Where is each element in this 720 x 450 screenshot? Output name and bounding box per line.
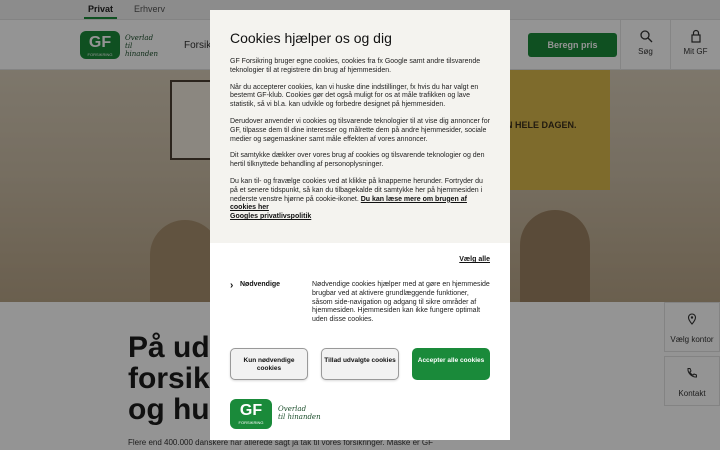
cookie-paragraph-4: Dit samtykke dækker over vores brug af c… [230,152,485,169]
accept-all-button[interactable]: Accepter alle cookies [412,348,490,380]
cookie-paragraph-1: GF Forsikring bruger egne cookies, cooki… [230,58,481,74]
modal-tagline-line2: til hinanden [278,413,321,421]
allow-selected-button[interactable]: Tillad udvalgte cookies [321,348,399,380]
select-all-link[interactable]: Vælg alle [459,256,490,263]
modal-tagline-line1: Overlad [278,405,307,413]
chevron-right-icon[interactable]: › [230,280,233,291]
cookie-paragraph-2: Når du accepterer cookies, kan vi huske … [230,83,479,109]
cookie-paragraph-5: Du kan til- og fravælge cookies ved at k… [230,178,490,222]
cookie-dialog-title: Cookies hjælper os og dig [230,30,392,46]
google-privacy-link[interactable]: Googles privatlivspolitik [230,213,311,220]
modal-logo-subtext: FORSIKRING [238,420,264,425]
cookie-consent-dialog: Cookies hjælper os og dig GF Forsikring … [210,10,510,440]
cookie-button-row: Kun nødvendige cookies Tillad udvalgte c… [210,340,510,390]
necessary-cookies-label[interactable]: Nødvendige [240,281,280,288]
cookie-paragraph-3: Derudover anvender vi cookies og tilsvar… [230,117,490,143]
necessary-cookies-description: Nødvendige cookies hjælper med at gøre e… [312,281,490,324]
only-necessary-button[interactable]: Kun nødvendige cookies [230,348,308,380]
modal-tagline: Overlad til hinanden [278,405,328,421]
cookie-info-section: Cookies hjælper os og dig GF Forsikring … [210,10,510,243]
